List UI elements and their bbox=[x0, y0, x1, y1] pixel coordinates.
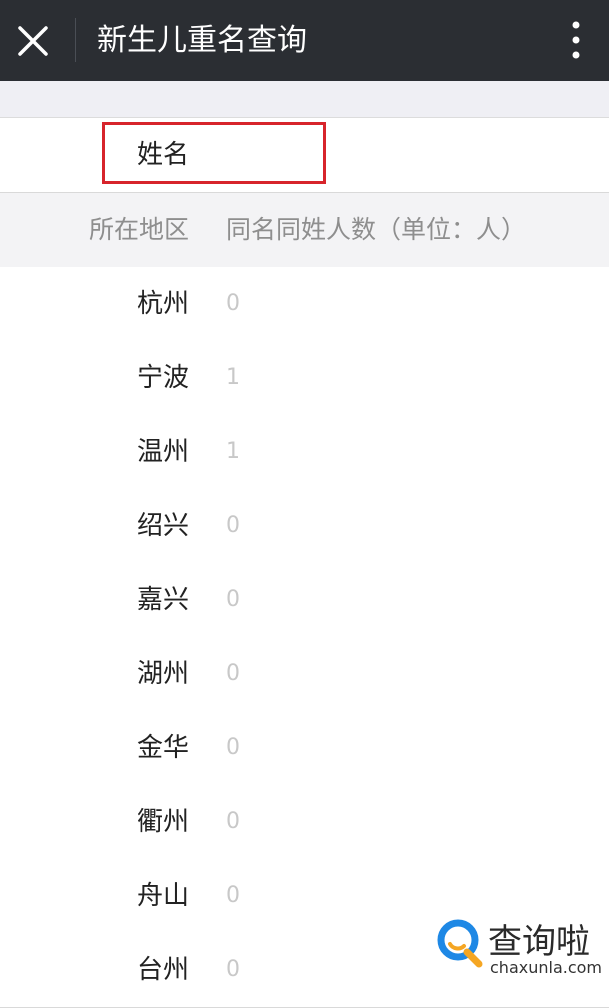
region-cell: 金华 bbox=[136, 733, 189, 763]
title-divider bbox=[75, 18, 76, 62]
count-cell: 0 bbox=[226, 291, 240, 316]
table-row: 金华 0 bbox=[0, 711, 609, 786]
count-cell: 0 bbox=[226, 883, 240, 908]
watermark: 查询啦 chaxunla.com bbox=[434, 910, 609, 986]
close-button[interactable] bbox=[12, 20, 54, 62]
title-bar: 新生儿重名查询 bbox=[0, 0, 609, 81]
region-cell: 温州 bbox=[136, 437, 189, 467]
count-cell: 1 bbox=[226, 439, 240, 464]
close-icon bbox=[18, 26, 48, 56]
count-cell: 1 bbox=[226, 365, 240, 390]
count-cell: 0 bbox=[226, 735, 240, 760]
count-cell: 0 bbox=[226, 809, 240, 834]
count-cell: 0 bbox=[226, 513, 240, 538]
more-button[interactable] bbox=[560, 18, 592, 62]
table-row: 杭州 0 bbox=[0, 267, 609, 342]
column-header-count: 同名同姓人数（单位：人） bbox=[226, 215, 527, 244]
table-row: 宁波 1 bbox=[0, 341, 609, 416]
region-cell: 衢州 bbox=[136, 807, 189, 837]
magnifier-logo-icon bbox=[437, 919, 483, 968]
highlight-annotation bbox=[102, 122, 326, 184]
page-title: 新生儿重名查询 bbox=[97, 23, 307, 58]
region-cell: 湖州 bbox=[136, 659, 189, 689]
count-cell: 0 bbox=[226, 661, 240, 686]
region-cell: 绍兴 bbox=[136, 511, 189, 541]
watermark-logo-text: 查询啦 bbox=[488, 922, 590, 962]
table-header: 所在地区 同名同姓人数（单位：人） bbox=[0, 193, 609, 268]
table-row: 温州 1 bbox=[0, 415, 609, 490]
table-row: 衢州 0 bbox=[0, 785, 609, 860]
column-header-region: 所在地区 bbox=[88, 215, 189, 244]
count-cell: 0 bbox=[226, 587, 240, 612]
watermark-url: chaxunla.com bbox=[490, 958, 602, 977]
region-cell: 杭州 bbox=[136, 289, 189, 319]
region-cell: 舟山 bbox=[136, 881, 189, 911]
region-cell: 宁波 bbox=[136, 363, 189, 393]
more-vertical-icon bbox=[572, 21, 580, 59]
table-row: 湖州 0 bbox=[0, 637, 609, 712]
region-cell: 嘉兴 bbox=[136, 585, 189, 615]
section-spacer bbox=[0, 81, 609, 118]
table-row: 绍兴 0 bbox=[0, 489, 609, 564]
table-row: 嘉兴 0 bbox=[0, 563, 609, 638]
